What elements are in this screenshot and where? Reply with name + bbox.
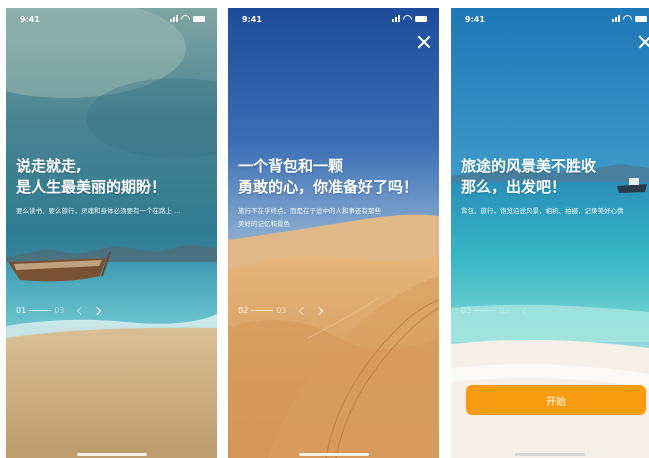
page-indicator: 01 03 xyxy=(16,306,102,315)
battery-icon xyxy=(415,15,427,22)
description-line-2: 美好的记忆和景色 xyxy=(238,220,290,228)
arrow-left-icon[interactable] xyxy=(299,306,308,315)
status-bar: 9:41 xyxy=(451,8,649,30)
status-time: 9:41 xyxy=(20,15,40,24)
status-time: 9:41 xyxy=(242,15,262,24)
page-current: 02 xyxy=(238,306,249,315)
status-bar: 9:41 xyxy=(6,8,217,30)
desert-background xyxy=(228,8,439,458)
status-time: 9:41 xyxy=(465,15,485,24)
page-progress-line xyxy=(29,310,52,311)
arrow-right-icon[interactable] xyxy=(93,306,102,315)
beach-boat-background xyxy=(6,8,217,458)
onboarding-screen-3: 9:41 旅途的风景美不胜收 那么，出发吧！ 背包、旅行，饱览沿途风景，相机、拍… xyxy=(451,8,649,458)
page-current: 01 xyxy=(16,306,27,315)
title-line-1: 说走就走, xyxy=(16,157,82,175)
signal-icon xyxy=(392,15,400,22)
status-bar: 9:41 xyxy=(228,8,439,30)
title-line-2: 勇敢的心，你准备好了吗！ xyxy=(238,178,419,196)
title-line-2: 是人生最美丽的期盼！ xyxy=(16,178,167,196)
status-icons xyxy=(170,14,205,23)
close-icon[interactable] xyxy=(637,34,649,50)
onboarding-description: 要么读书、要么旅行，灵魂和身体必须要有一个在路上 ... xyxy=(16,205,180,218)
arrow-left-icon[interactable] xyxy=(77,306,86,315)
home-indicator xyxy=(76,453,147,456)
battery-icon xyxy=(193,15,205,22)
page-progress-line xyxy=(251,310,274,311)
arrow-right-icon[interactable] xyxy=(315,306,324,315)
home-indicator xyxy=(515,453,585,456)
page-total: 03 xyxy=(54,306,65,315)
home-indicator xyxy=(298,453,369,456)
title-line-1: 旅途的风景美不胜收 xyxy=(461,157,597,175)
wifi-icon xyxy=(623,14,632,23)
description-line-1: 要么读书、要么旅行，灵魂和身体必须要有一个在路上 ... xyxy=(16,207,181,215)
onboarding-title: 旅途的风景美不胜收 那么，出发吧！ xyxy=(461,156,596,198)
onboarding-title: 一个背包和一颗 勇敢的心，你准备好了吗！ xyxy=(238,156,418,198)
title-line-2: 那么，出发吧！ xyxy=(461,178,567,196)
arrow-left-icon[interactable] xyxy=(522,306,531,315)
start-button[interactable]: 开始 xyxy=(466,385,646,415)
page-total: 03 xyxy=(499,306,510,315)
onboarding-description: 背包、旅行，饱览沿途风景，相机、拍摄，记录美好心情 xyxy=(461,205,624,218)
status-icons xyxy=(392,14,427,23)
onboarding-description: 旅行不在乎终点，而是在于途中的人和事还有那些 美好的记忆和景色 xyxy=(238,205,381,231)
battery-icon xyxy=(635,15,647,22)
page-indicator: 03 03 xyxy=(461,306,531,315)
title-line-1: 一个背包和一颗 xyxy=(238,157,344,175)
onboarding-screen-1: 9:41 说走就走, 是人生最美丽的期盼！ 要么读书、要么旅行，灵魂和身体必须要… xyxy=(6,8,217,458)
onboarding-title: 说走就走, 是人生最美丽的期盼！ xyxy=(16,156,166,198)
page-current: 03 xyxy=(461,306,472,315)
page-total: 03 xyxy=(276,306,287,315)
status-icons xyxy=(612,14,647,23)
description-line-1: 背包、旅行，饱览沿途风景，相机、拍摄，记录美好心情 xyxy=(461,207,624,215)
wifi-icon xyxy=(403,14,412,23)
page-indicator: 02 03 xyxy=(238,306,324,315)
close-icon[interactable] xyxy=(416,34,432,50)
onboarding-screen-2: 9:41 一个背包和一颗 勇敢的心，你准备好了吗！ 旅行不在乎终点，而是在于途中… xyxy=(228,8,439,458)
wifi-icon xyxy=(181,14,190,23)
page-progress-line xyxy=(474,310,497,311)
description-line-1: 旅行不在乎终点，而是在于途中的人和事还有那些 xyxy=(238,207,381,215)
signal-icon xyxy=(612,15,620,22)
signal-icon xyxy=(170,15,178,22)
